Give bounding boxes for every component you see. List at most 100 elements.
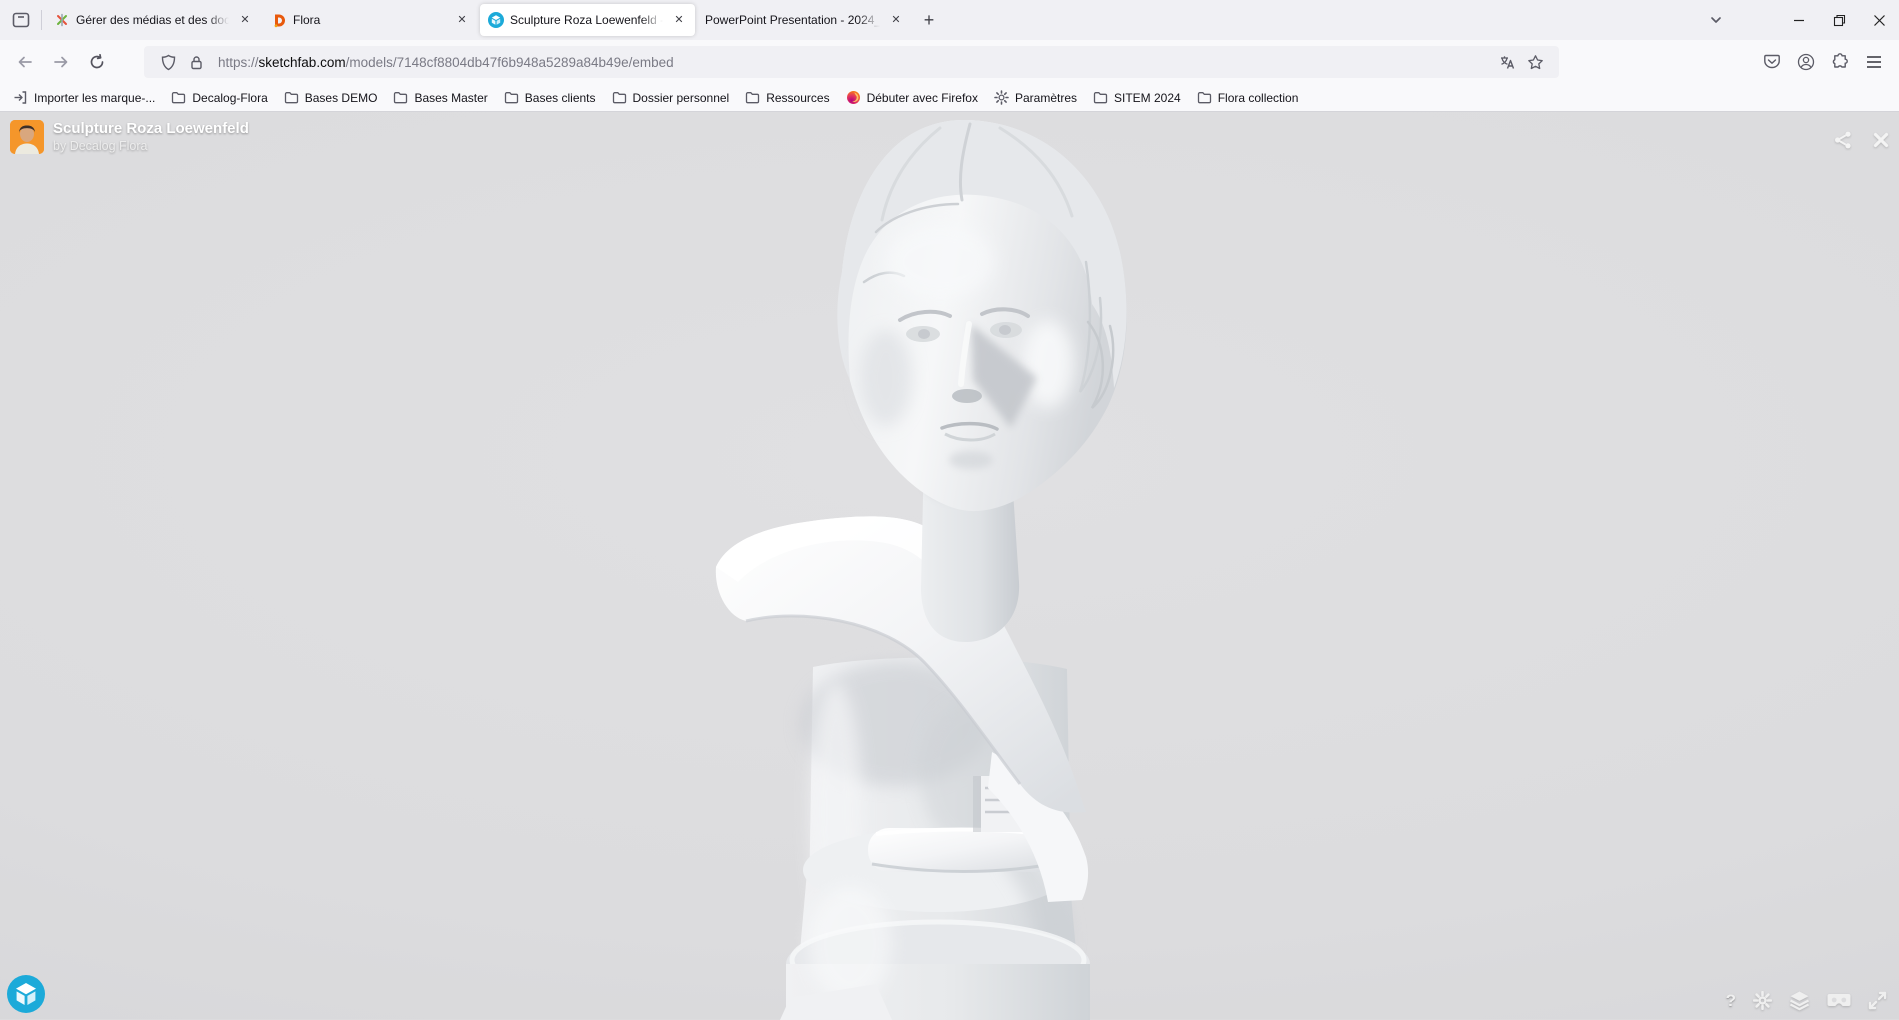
- tab-separator: [41, 10, 42, 30]
- pocket-icon: [1763, 53, 1781, 71]
- bookmarks-toolbar: Importer les marque-... Decalog-Flora Ba…: [0, 84, 1899, 112]
- folder-icon: [393, 91, 408, 104]
- folder-icon: [504, 91, 519, 104]
- back-arrow-icon: [17, 54, 33, 70]
- tab-sculpture-active[interactable]: Sculpture Roza Loewenfeld - 3D ✕: [480, 4, 695, 36]
- sketchfab-favicon: [488, 12, 504, 28]
- restore-icon: [1833, 14, 1846, 27]
- new-tab-button[interactable]: +: [913, 4, 945, 36]
- byline-prefix: by: [53, 139, 66, 153]
- translate-page-icon[interactable]: [1493, 49, 1521, 75]
- bookmark-parametres[interactable]: Paramètres: [987, 87, 1084, 108]
- bookmark-folder-ressources[interactable]: Ressources: [738, 88, 836, 108]
- tab-powerpoint[interactable]: PowerPoint Presentation - 2024_FLO ✕: [697, 4, 912, 36]
- minimize-icon: [1793, 14, 1805, 26]
- bookmark-folder-bases-demo[interactable]: Bases DEMO: [277, 88, 385, 108]
- bookmark-label: Flora collection: [1218, 91, 1299, 105]
- folder-icon: [171, 91, 186, 104]
- bookmark-label: Bases Master: [414, 91, 487, 105]
- tab-title: Sculpture Roza Loewenfeld - 3D: [510, 13, 663, 27]
- model-byline: by Decalog Flora: [53, 138, 249, 154]
- folder-icon: [284, 91, 299, 104]
- tab-close-button[interactable]: ✕: [669, 10, 689, 30]
- inspector-layers-button[interactable]: [1789, 990, 1810, 1011]
- viewer-settings-button[interactable]: [1753, 991, 1772, 1010]
- account-person-icon: [1797, 53, 1815, 71]
- embed-close-button[interactable]: [1873, 132, 1889, 148]
- tab-gerer-medias[interactable]: Gérer des médias et des docum ✕: [46, 4, 261, 36]
- embed-top-controls: [1833, 130, 1889, 150]
- fullscreen-expand-icon: [1868, 991, 1887, 1010]
- tab-flora[interactable]: Flora ✕: [263, 4, 478, 36]
- gear-icon: [1753, 991, 1772, 1010]
- firefox-view-button[interactable]: [4, 4, 38, 36]
- vr-headset-icon: [1827, 993, 1851, 1009]
- close-icon: [1873, 14, 1886, 27]
- embed-bottom-controls: ?: [1726, 990, 1887, 1011]
- bookmark-label: Débuter avec Firefox: [867, 91, 978, 105]
- tab-close-button[interactable]: ✕: [235, 10, 255, 30]
- bookmark-label: Paramètres: [1015, 91, 1077, 105]
- layers-icon: [1789, 990, 1810, 1011]
- url-text: https://sketchfab.com/models/7148cf8804d…: [218, 55, 1493, 70]
- lock-icon[interactable]: [182, 49, 210, 75]
- help-button[interactable]: ?: [1726, 991, 1736, 1011]
- url-path: /models/7148cf8804db47f6b948a5289a84b49e…: [346, 55, 674, 70]
- decalog-favicon: [271, 12, 287, 28]
- share-button[interactable]: [1833, 130, 1853, 150]
- bookmark-label: SITEM 2024: [1114, 91, 1181, 105]
- embed-header: Sculpture Roza Loewenfeld by Decalog Flo…: [10, 120, 249, 154]
- tab-strip: Gérer des médias et des docum ✕ Flora ✕ …: [0, 0, 1899, 40]
- close-icon: [1873, 132, 1889, 148]
- fullscreen-button[interactable]: [1868, 991, 1887, 1010]
- folder-icon: [1093, 91, 1108, 104]
- folder-icon: [1197, 91, 1212, 104]
- author-link[interactable]: Decalog Flora: [70, 139, 148, 153]
- url-bar[interactable]: https://sketchfab.com/models/7148cf8804d…: [144, 46, 1559, 78]
- menu-button[interactable]: [1857, 46, 1891, 78]
- author-avatar[interactable]: [10, 120, 44, 154]
- colored-asterisk-favicon: [54, 12, 70, 28]
- pocket-button[interactable]: [1755, 46, 1789, 78]
- bookmark-star-icon[interactable]: [1521, 49, 1549, 75]
- window-minimize-button[interactable]: [1779, 0, 1819, 40]
- sculpture-3d-model[interactable]: [640, 112, 1200, 1020]
- bookmark-folder-decalog-flora[interactable]: Decalog-Flora: [164, 88, 274, 108]
- bookmark-label: Ressources: [766, 91, 829, 105]
- bookmark-import[interactable]: Importer les marque-...: [6, 87, 162, 108]
- extensions-button[interactable]: [1823, 46, 1857, 78]
- bookmark-folder-bases-master[interactable]: Bases Master: [386, 88, 494, 108]
- embed-title-block: Sculpture Roza Loewenfeld by Decalog Flo…: [53, 120, 249, 154]
- tab-title: Flora: [293, 13, 446, 27]
- reload-button[interactable]: [80, 46, 114, 78]
- bookmark-folder-dossier-personnel[interactable]: Dossier personnel: [605, 88, 737, 108]
- list-all-tabs-button[interactable]: [1699, 4, 1733, 36]
- bookmark-label: Bases DEMO: [305, 91, 378, 105]
- gear-icon: [994, 90, 1009, 105]
- sketchfab-viewer-canvas[interactable]: Sculpture Roza Loewenfeld by Decalog Flo…: [0, 112, 1899, 1019]
- folder-icon: [612, 91, 627, 104]
- chevron-down-icon: [1709, 13, 1723, 27]
- bookmark-folder-sitem-2024[interactable]: SITEM 2024: [1086, 88, 1188, 108]
- bookmark-folder-flora-collection[interactable]: Flora collection: [1190, 88, 1306, 108]
- bookmark-debuter-firefox[interactable]: Débuter avec Firefox: [839, 87, 985, 108]
- sketchfab-logo[interactable]: [7, 975, 45, 1013]
- tab-close-button[interactable]: ✕: [452, 10, 472, 30]
- account-button[interactable]: [1789, 46, 1823, 78]
- tab-close-button[interactable]: ✕: [886, 10, 906, 30]
- import-icon: [13, 90, 28, 105]
- window-close-button[interactable]: [1859, 0, 1899, 40]
- folder-icon: [745, 91, 760, 104]
- tracking-shield-icon[interactable]: [154, 49, 182, 75]
- url-protocol: https://: [218, 55, 259, 70]
- model-title-link[interactable]: Sculpture Roza Loewenfeld: [53, 120, 249, 138]
- hamburger-menu-icon: [1866, 55, 1882, 69]
- bookmark-label: Bases clients: [525, 91, 596, 105]
- back-button[interactable]: [8, 46, 42, 78]
- forward-button[interactable]: [44, 46, 78, 78]
- url-domain: sketchfab.com: [259, 55, 346, 70]
- window-restore-button[interactable]: [1819, 0, 1859, 40]
- vr-headset-button[interactable]: [1827, 993, 1851, 1009]
- bookmark-folder-bases-clients[interactable]: Bases clients: [497, 88, 603, 108]
- bookmark-label: Decalog-Flora: [192, 91, 267, 105]
